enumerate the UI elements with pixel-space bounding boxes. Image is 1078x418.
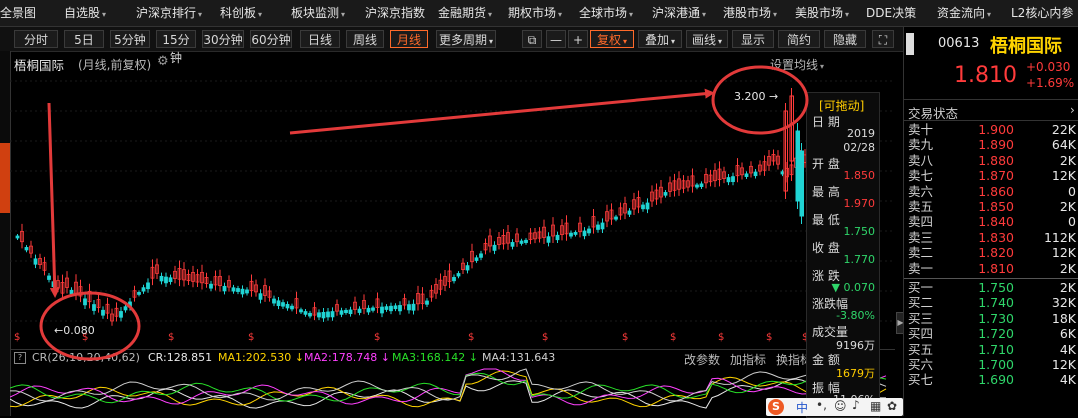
annotation-arrow-to-high <box>289 88 715 135</box>
annotation-high-circle <box>711 65 809 135</box>
annotation-low-circle <box>39 291 141 361</box>
annotation-arrow-to-low <box>47 102 60 298</box>
annotation-overlay <box>39 65 809 361</box>
